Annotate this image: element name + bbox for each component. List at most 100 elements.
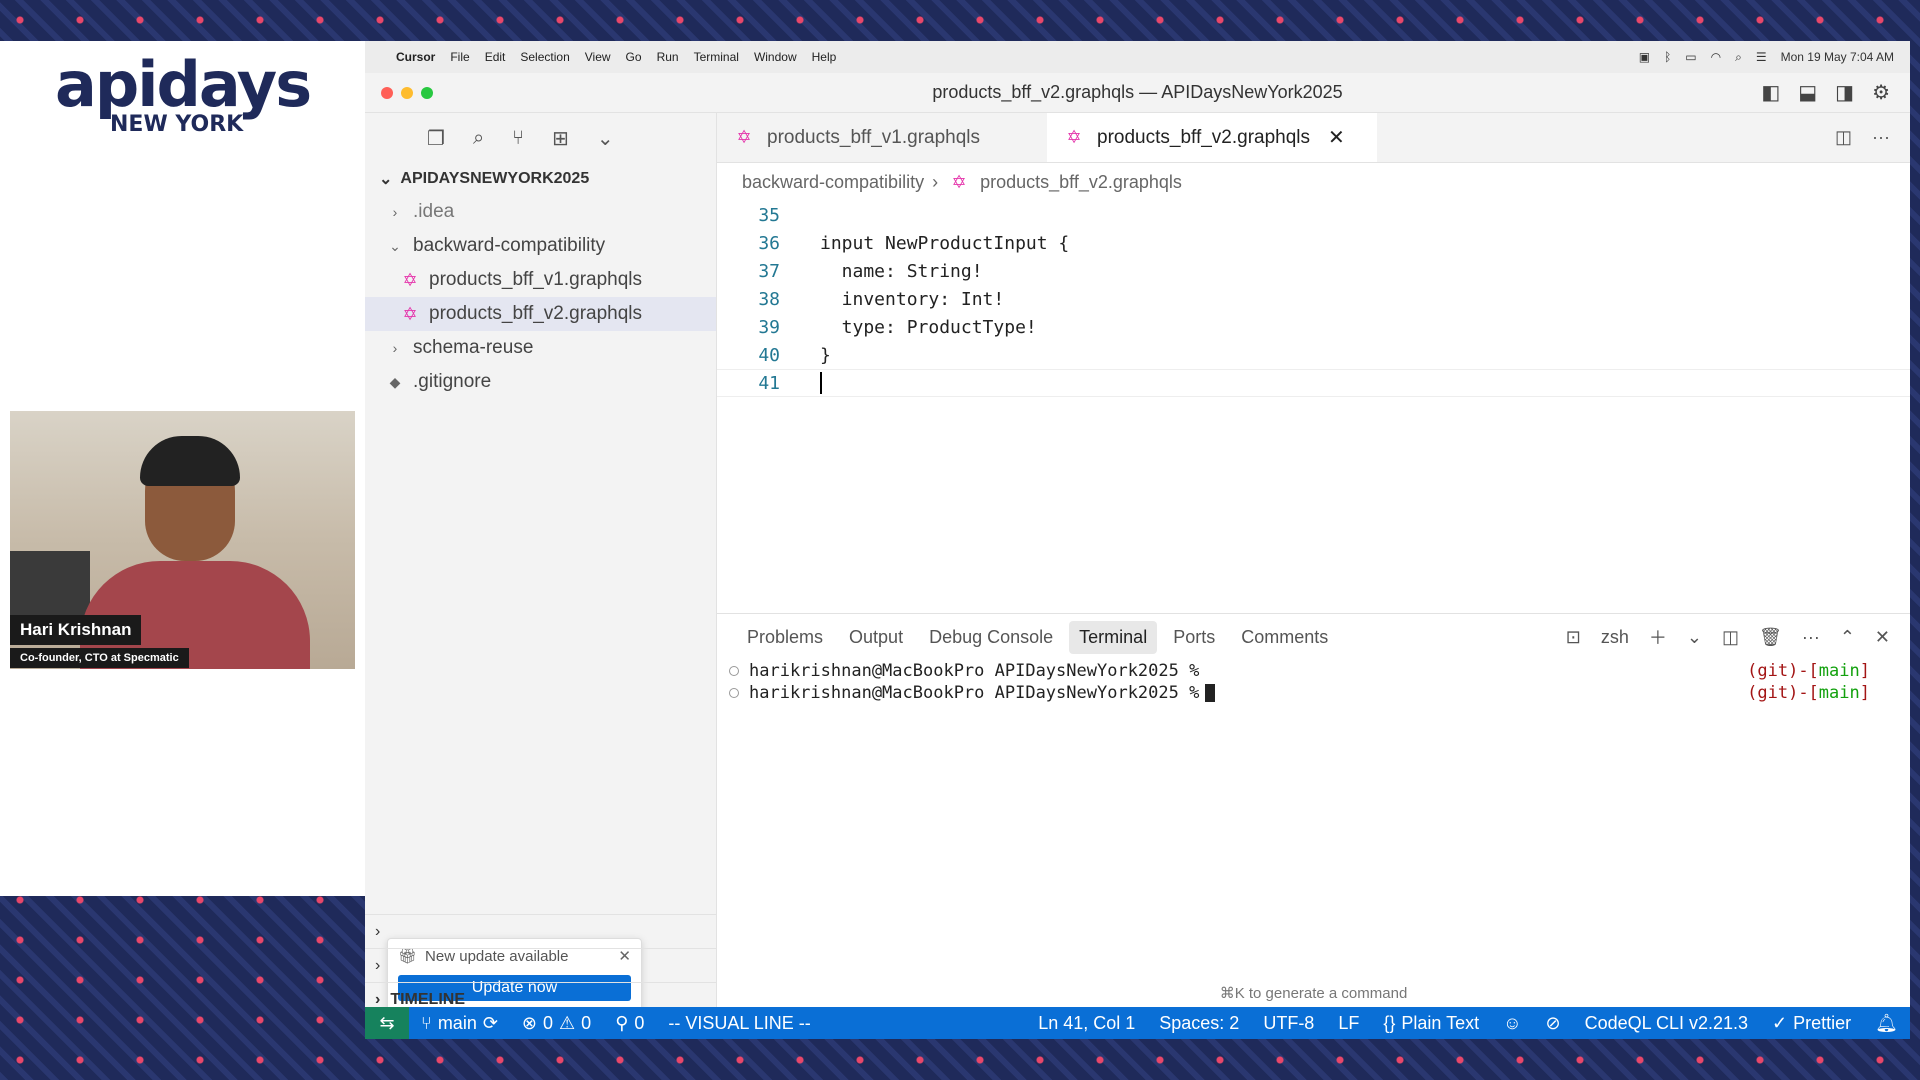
generate-command-hint: ⌘K to generate a command [1219, 985, 1408, 1002]
menu-window[interactable]: Window [754, 50, 797, 64]
collapsed-panel-row[interactable]: › [365, 948, 716, 982]
status-ports-count: 0 [634, 1012, 645, 1033]
status-encoding[interactable]: UTF-8 [1251, 1013, 1326, 1034]
spotlight-icon[interactable]: ⌕ [1735, 50, 1742, 65]
timeline-label: TIMELINE [390, 990, 465, 1008]
code-line: 35 [717, 201, 1910, 229]
tree-folder-backward-compatibility[interactable]: ⌄ backward-compatibility [365, 229, 716, 263]
line-text [780, 372, 822, 394]
status-language[interactable]: {} Plain Text [1371, 1013, 1491, 1034]
close-panel-icon[interactable]: ✕ [1875, 627, 1890, 648]
search-icon[interactable]: ⌕ [473, 127, 484, 150]
code-editor[interactable]: 35 36 input NewProductInput { 37 name: S… [717, 201, 1910, 397]
more-actions-icon[interactable]: ··· [1802, 627, 1820, 648]
chevron-right-icon: › [392, 340, 398, 356]
control-center-icon[interactable]: ☰ [1756, 50, 1767, 64]
split-editor-icon[interactable]: ◫ [1835, 127, 1852, 148]
tab-problems[interactable]: Problems [737, 621, 833, 654]
collapsed-panel-row[interactable]: › [365, 914, 716, 948]
webcam-person-hair [140, 436, 240, 486]
status-branch-label: main [437, 1012, 477, 1033]
tab-comments[interactable]: Comments [1231, 621, 1338, 654]
terminal-prompt: harikrishnan@MacBookPro APIDaysNewYork20… [749, 683, 1200, 703]
status-branch[interactable]: ⑂ main ⟳ [409, 1013, 510, 1034]
screen-share-icon[interactable]: ▣ [1639, 50, 1650, 64]
extensions-icon[interactable]: ⊞ [552, 126, 569, 151]
bluetooth-icon[interactable]: ᛒ [1664, 50, 1671, 64]
tab-output[interactable]: Output [839, 621, 913, 654]
status-language-label: Plain Text [1401, 1012, 1480, 1033]
breadcrumb-folder[interactable]: backward-compatibility [742, 172, 924, 193]
copilot-icon[interactable]: ☺ [1491, 1013, 1533, 1034]
braces-icon: {} [1383, 1012, 1396, 1033]
tree-file-gitignore[interactable]: ◆ .gitignore [365, 365, 716, 399]
tab-products-bff-v1[interactable]: ✡ products_bff_v1.graphqls [717, 113, 1047, 162]
tree-item-label: .gitignore [413, 371, 492, 392]
status-codeql[interactable]: CodeQL CLI v2.21.3 [1573, 1013, 1760, 1034]
close-tab-icon[interactable]: ✕ [1328, 125, 1345, 150]
tab-products-bff-v2[interactable]: ✡ products_bff_v2.graphqls ✕ [1047, 113, 1377, 162]
remote-indicator-icon[interactable]: ⇆ [365, 1007, 409, 1039]
battery-icon[interactable]: ▭ [1685, 50, 1696, 64]
tree-file-products-bff-v2[interactable]: ✡ products_bff_v2.graphqls [365, 297, 716, 331]
tab-debug-console[interactable]: Debug Console [919, 621, 1063, 654]
settings-gear-icon[interactable]: ⚙ [1872, 80, 1890, 105]
line-text: } [820, 344, 831, 366]
maximize-panel-icon[interactable]: ⌃ [1840, 627, 1855, 648]
menu-view[interactable]: View [585, 50, 611, 64]
logo-sub-text: NEW YORK [110, 112, 244, 137]
command-decoration-icon [729, 688, 739, 698]
menubar-datetime[interactable]: Mon 19 May 7:04 AM [1781, 50, 1894, 64]
menu-go[interactable]: Go [626, 50, 642, 64]
toggle-panel-icon[interactable]: ⬓ [1798, 80, 1817, 105]
kill-terminal-icon[interactable]: 🗑︎ [1759, 627, 1782, 648]
breadcrumb-file[interactable]: products_bff_v2.graphqls [980, 172, 1182, 193]
chevron-down-icon[interactable]: ⌄ [597, 126, 614, 151]
extension-status-icon[interactable]: ⊘ [1533, 1013, 1572, 1034]
git-prefix: (git)-[ [1747, 683, 1819, 703]
wifi-icon[interactable]: ◠ [1711, 50, 1721, 64]
chevron-down-icon: ⌄ [389, 237, 401, 254]
status-eol[interactable]: LF [1326, 1013, 1371, 1034]
macos-menubar: Cursor File Edit Selection View Go Run T… [365, 41, 1910, 73]
notifications-bell-icon[interactable]: 🔔︎ [1863, 1013, 1910, 1034]
menu-run[interactable]: Run [657, 50, 679, 64]
new-terminal-icon[interactable]: ＋ [1649, 624, 1667, 650]
menu-terminal[interactable]: Terminal [694, 50, 739, 64]
menu-help[interactable]: Help [812, 50, 837, 64]
toggle-secondary-sidebar-icon[interactable]: ◨ [1835, 80, 1854, 105]
more-actions-icon[interactable]: ··· [1872, 127, 1890, 148]
tree-folder-schema-reuse[interactable]: › schema-reuse [365, 331, 716, 365]
tree-folder-idea[interactable]: › .idea [365, 195, 716, 229]
explorer-root-label: APIDAYSNEWYORK2025 [400, 170, 590, 187]
toggle-sidebar-icon[interactable]: ◧ [1761, 80, 1780, 105]
menu-app-name[interactable]: Cursor [396, 50, 435, 64]
status-ports[interactable]: ⚲ 0 [603, 1013, 656, 1034]
breadcrumb: backward-compatibility › ✡ products_bff_… [717, 163, 1910, 201]
tree-file-products-bff-v1[interactable]: ✡ products_bff_v1.graphqls [365, 263, 716, 297]
tab-terminal[interactable]: Terminal [1069, 620, 1158, 654]
explorer-root-folder[interactable]: ⌄ APIDAYSNEWYORK2025 [365, 163, 716, 195]
status-indentation[interactable]: Spaces: 2 [1147, 1013, 1251, 1034]
tab-ports[interactable]: Ports [1163, 621, 1225, 654]
terminal-line: harikrishnan@MacBookPro APIDaysNewYork20… [717, 682, 1910, 704]
menu-selection[interactable]: Selection [520, 50, 569, 64]
warning-icon: ⚠ [559, 1012, 576, 1033]
menu-file[interactable]: File [450, 50, 469, 64]
status-problems[interactable]: ⊗ 0 ⚠ 0 [510, 1013, 603, 1034]
chevron-down-icon[interactable]: ⌄ [1687, 627, 1702, 648]
text-cursor [820, 372, 822, 394]
terminal-shell-label[interactable]: zsh [1601, 627, 1629, 648]
terminal-shell-icon[interactable]: ⊡ [1566, 627, 1581, 648]
editor-area: ✡ products_bff_v1.graphqls ✡ products_bf… [717, 113, 1910, 613]
graphql-icon: ✡ [1066, 127, 1082, 147]
git-suffix: ] [1859, 683, 1870, 703]
status-prettier[interactable]: ✓ Prettier [1760, 1013, 1863, 1034]
menu-edit[interactable]: Edit [485, 50, 506, 64]
git-branch: main [1818, 661, 1860, 681]
files-icon[interactable]: ❐ [427, 126, 445, 151]
source-control-icon[interactable]: ⑂ [512, 127, 524, 150]
status-cursor-position[interactable]: Ln 41, Col 1 [1026, 1013, 1147, 1034]
split-terminal-icon[interactable]: ◫ [1722, 627, 1739, 648]
chevron-right-icon: › [392, 204, 398, 220]
